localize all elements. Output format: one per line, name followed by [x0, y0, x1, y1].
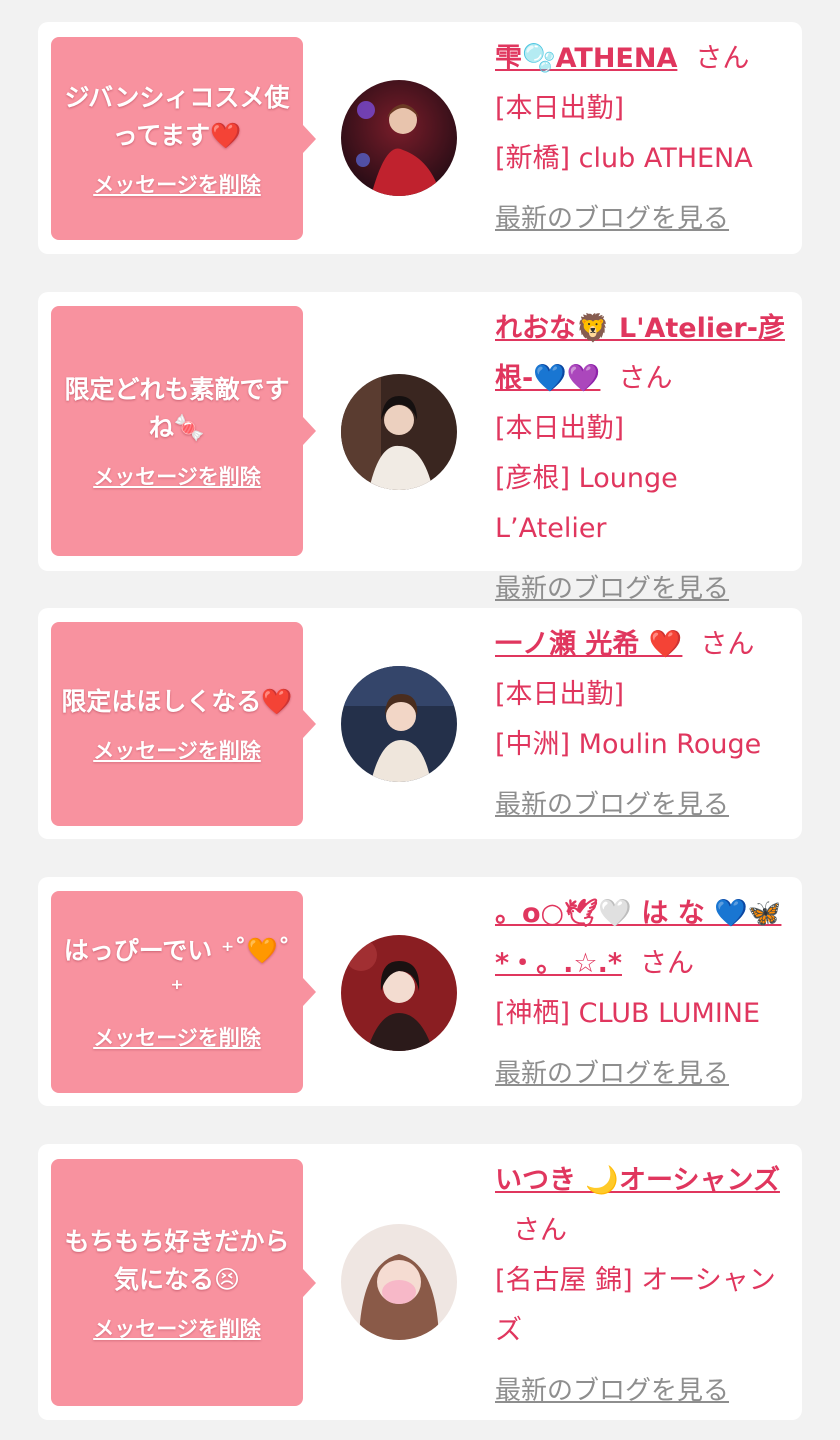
message-card: 限定はほしくなる❤️ メッセージを削除 一ノ瀬 光希 ❤️ さん [本日出勤] […: [38, 608, 802, 839]
view-blog-link[interactable]: 最新のブログを見る: [495, 564, 795, 614]
message-text: ジバンシィコスメ使ってます❤️: [64, 82, 290, 150]
avatar[interactable]: [341, 374, 457, 490]
view-blog-link[interactable]: 最新のブログを見る: [495, 194, 795, 244]
delete-message-link[interactable]: メッセージを削除: [93, 1313, 261, 1343]
cast-name-line: いつき 🌙オーシャンズさん: [495, 1156, 795, 1256]
cast-info: れおな🦁 L'Atelier-彦根-💙💜 さん [本日出勤] [彦根] Loung…: [495, 304, 795, 614]
san-label: さん: [513, 1215, 567, 1246]
avatar[interactable]: [341, 1224, 457, 1340]
cast-name-link[interactable]: 一ノ瀬 光希 ❤️: [495, 629, 682, 660]
message-card: 限定どれも素敵ですね🍬 メッセージを削除 れおな🦁 L'Atelier-彦根-💙…: [38, 292, 802, 604]
shop-text: [中洲] Moulin Rouge: [495, 729, 762, 760]
view-blog-link[interactable]: 最新のブログを見る: [495, 780, 795, 830]
cast-name-link[interactable]: 雫🫧ATHENA: [495, 43, 677, 74]
shop-text: [新橋] club ATHENA: [495, 143, 753, 174]
cast-info: 一ノ瀬 光希 ❤️ さん [本日出勤] [中洲] Moulin Rouge 最新の…: [495, 620, 795, 830]
message-bubble: はっぴーでい ⁺˚🧡˚⁺ メッセージを削除: [51, 891, 316, 1093]
message-bubble: 限定どれも素敵ですね🍬 メッセージを削除: [51, 306, 316, 556]
delete-message-link[interactable]: メッセージを削除: [93, 1022, 261, 1052]
delete-message-link[interactable]: メッセージを削除: [93, 735, 261, 765]
view-blog-link[interactable]: 最新のブログを見る: [495, 1366, 795, 1416]
cast-name-link[interactable]: いつき 🌙オーシャンズ: [495, 1165, 780, 1196]
san-label: さん: [618, 363, 673, 394]
shop-text: [名古屋 錦] オーシャンズ: [495, 1265, 776, 1346]
san-label: さん: [695, 43, 750, 74]
cast-name-line: 雫🫧ATHENA さん: [495, 34, 795, 84]
san-label: さん: [639, 948, 694, 979]
cast-name-link[interactable]: 。o○🕊🤍 は な 💙🦋 *・。.☆.*: [495, 898, 781, 979]
message-text: もちもち好きだから気になる😣: [64, 1226, 290, 1294]
delete-message-link[interactable]: メッセージを削除: [93, 461, 261, 491]
cast-name-line: れおな🦁 L'Atelier-彦根-💙💜 さん: [495, 304, 795, 404]
shop-text: [神栖] CLUB LUMINE: [495, 998, 761, 1029]
avatar[interactable]: [341, 80, 457, 196]
message-bubble: ジバンシィコスメ使ってます❤️ メッセージを削除: [51, 37, 316, 240]
message-text: はっぴーでい ⁺˚🧡˚⁺: [63, 936, 291, 1003]
message-text: 限定どれも素敵ですね🍬: [64, 375, 290, 442]
message-text: 限定はほしくなる❤️: [61, 687, 293, 716]
message-bubble: 限定はほしくなる❤️ メッセージを削除: [51, 622, 316, 826]
san-label: さん: [700, 629, 755, 660]
message-card: はっぴーでい ⁺˚🧡˚⁺ メッセージを削除 。o○🕊🤍 は な 💙🦋 *・。.☆…: [38, 877, 802, 1106]
message-card: ジバンシィコスメ使ってます❤️ メッセージを削除 雫🫧ATHENA さん [本日出…: [38, 22, 802, 254]
cast-name-line: 。o○🕊🤍 は な 💙🦋 *・。.☆.* さん: [495, 889, 795, 989]
status-text: [本日出勤]: [495, 413, 625, 444]
message-bubble: もちもち好きだから気になる😣 メッセージを削除: [51, 1159, 316, 1406]
view-blog-link[interactable]: 最新のブログを見る: [495, 1049, 795, 1099]
status-text: [本日出勤]: [495, 93, 625, 124]
shop-text: [彦根] Lounge L’Atelier: [495, 463, 678, 544]
cast-info: 。o○🕊🤍 は な 💙🦋 *・。.☆.* さん [神栖] CLUB LUMINE …: [495, 889, 795, 1099]
status-text: [本日出勤]: [495, 679, 625, 710]
cast-name-line: 一ノ瀬 光希 ❤️ さん: [495, 620, 795, 670]
cast-info: 雫🫧ATHENA さん [本日出勤] [新橋] club ATHENA 最新のブロ…: [495, 34, 795, 244]
message-card: もちもち好きだから気になる😣 メッセージを削除 いつき 🌙オーシャンズさん [名…: [38, 1144, 802, 1420]
cast-info: いつき 🌙オーシャンズさん [名古屋 錦] オーシャンズ 最新のブログを見る: [495, 1156, 795, 1416]
avatar[interactable]: [341, 935, 457, 1051]
delete-message-link[interactable]: メッセージを削除: [93, 169, 261, 199]
avatar[interactable]: [341, 666, 457, 782]
